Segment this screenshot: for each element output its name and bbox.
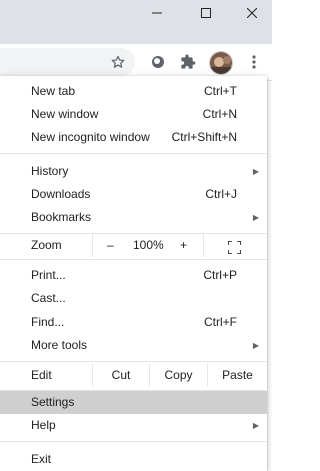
extension-button[interactable] — [145, 49, 171, 75]
menu-item-shortcut: Ctrl+P — [203, 268, 237, 282]
menu-item-new-window[interactable]: New window Ctrl+N — [0, 103, 267, 126]
menu-item-print[interactable]: Print... Ctrl+P — [0, 264, 267, 287]
cell-divider — [92, 234, 93, 257]
menu-item-new-incognito-window[interactable]: New incognito window Ctrl+Shift+N — [0, 126, 267, 149]
close-button[interactable] — [229, 0, 272, 26]
menu-item-label: Settings — [31, 395, 75, 409]
extensions-button[interactable] — [175, 49, 201, 75]
menu-item-label: History — [31, 164, 69, 178]
menu-item-label: Bookmarks — [31, 210, 92, 224]
menu-item-label: New incognito window — [31, 130, 150, 144]
puzzle-icon — [181, 54, 196, 69]
submenu-arrow-icon: ▶ — [252, 421, 259, 430]
menu-button[interactable] — [241, 49, 267, 75]
app-menu: New tab Ctrl+T New window Ctrl+N New inc… — [0, 76, 267, 471]
star-icon — [111, 55, 125, 68]
bookmark-star-button[interactable] — [105, 49, 131, 75]
menu-item-find[interactable]: Find... Ctrl+F — [0, 311, 267, 334]
menu-item-label: Help — [31, 418, 56, 432]
menu-item-more-tools[interactable]: More tools ▶ — [0, 334, 267, 357]
menu-item-shortcut: Ctrl+F — [204, 315, 237, 329]
avatar[interactable] — [209, 51, 233, 75]
menu-separator — [0, 259, 267, 260]
menu-item-shortcut: Ctrl+T — [204, 84, 237, 98]
menu-item-label: More tools — [31, 338, 88, 352]
menu-separator — [0, 441, 267, 442]
menu-item-label: Cast... — [31, 291, 66, 305]
maximize-button[interactable] — [183, 0, 229, 26]
fullscreen-button[interactable] — [227, 239, 242, 255]
title-bar — [0, 0, 272, 44]
menu-item-new-tab[interactable]: New tab Ctrl+T — [0, 80, 267, 103]
maximize-icon — [201, 8, 211, 18]
submenu-arrow-icon: ▶ — [252, 167, 259, 176]
zoom-label: Zoom — [31, 238, 62, 252]
cell-divider — [203, 234, 204, 257]
menu-item-label: New window — [31, 107, 99, 121]
menu-item-exit[interactable]: Exit — [0, 448, 267, 471]
menu-item-downloads[interactable]: Downloads Ctrl+J — [0, 183, 267, 206]
zoom-in-button[interactable]: + — [180, 234, 187, 257]
submenu-arrow-icon: ▶ — [252, 341, 259, 350]
edit-label: Edit — [31, 368, 52, 382]
menu-item-cast[interactable]: Cast... — [0, 287, 267, 310]
zoom-level: 100% — [133, 238, 164, 252]
menu-separator — [0, 361, 267, 362]
minimize-icon — [152, 12, 162, 14]
menu-separator — [0, 153, 267, 154]
extension-circle-icon — [152, 56, 164, 68]
menu-item-label: Exit — [31, 452, 52, 466]
kebab-menu-icon — [252, 55, 256, 69]
zoom-row: Zoom – 100% + — [0, 234, 267, 257]
menu-item-history[interactable]: History ▶ — [0, 160, 267, 183]
menu-item-shortcut: Ctrl+N — [202, 107, 237, 121]
close-icon — [247, 8, 257, 18]
browser-window: New tab Ctrl+T New window Ctrl+N New inc… — [0, 0, 272, 471]
cut-button[interactable]: Cut — [93, 364, 149, 387]
menu-item-help[interactable]: Help ▶ — [0, 414, 267, 437]
zoom-out-button[interactable]: – — [107, 234, 114, 257]
menu-item-shortcut: Ctrl+Shift+N — [171, 130, 237, 144]
menu-item-label: Find... — [31, 315, 65, 329]
fullscreen-icon — [227, 240, 242, 255]
paste-button[interactable]: Paste — [208, 364, 267, 387]
menu-item-settings[interactable]: Settings — [0, 391, 267, 414]
copy-button[interactable]: Copy — [150, 364, 207, 387]
menu-item-bookmarks[interactable]: Bookmarks ▶ — [0, 206, 267, 229]
menu-item-label: Print... — [31, 268, 66, 282]
edit-row: Edit Cut Copy Paste — [0, 364, 267, 387]
menu-item-label: New tab — [31, 84, 76, 98]
minimize-button[interactable] — [134, 0, 180, 26]
menu-item-label: Downloads — [31, 187, 91, 201]
submenu-arrow-icon: ▶ — [252, 213, 259, 222]
menu-item-shortcut: Ctrl+J — [205, 187, 237, 201]
